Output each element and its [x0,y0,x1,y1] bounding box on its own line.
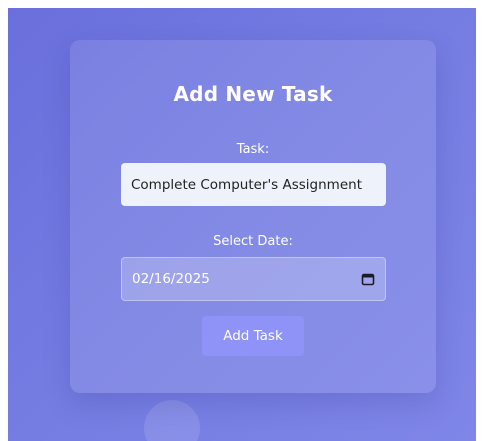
task-input[interactable] [121,163,386,206]
date-value: 02/16/2025 [132,271,210,287]
add-task-button[interactable]: Add Task [202,316,304,356]
add-task-card: Add New Task Task: Select Date: 02/16/20… [70,40,436,393]
decorative-circle [144,400,200,441]
calendar-icon[interactable] [361,272,375,286]
date-label: Select Date: [213,234,293,249]
app-background: Add New Task Task: Select Date: 02/16/20… [8,8,476,441]
page-title: Add New Task [173,82,333,106]
date-input[interactable]: 02/16/2025 [121,257,386,301]
task-label: Task: [236,142,270,157]
